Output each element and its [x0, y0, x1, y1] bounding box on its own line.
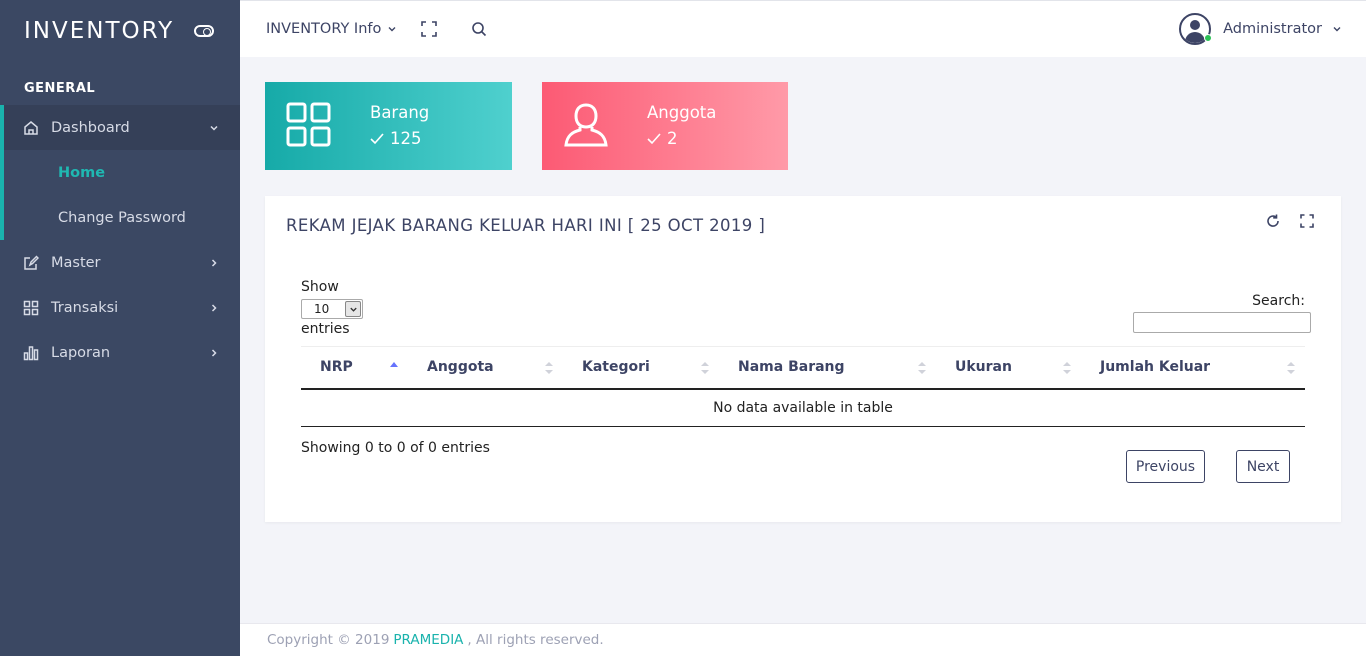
refresh-icon[interactable] — [1266, 214, 1280, 228]
stat-count-value: 125 — [390, 129, 422, 148]
entries-label: entries — [301, 321, 350, 337]
column-label: Anggota — [427, 359, 494, 376]
stat-count: 125 — [370, 129, 422, 148]
chevron-right-icon — [208, 302, 220, 314]
grid-icon — [22, 299, 40, 317]
sidebar: INVENTORY GENERAL Dashboard Home Change … — [0, 0, 240, 656]
brand: INVENTORY — [0, 0, 240, 62]
search-label: Search: — [1252, 293, 1305, 309]
grid-icon — [286, 102, 331, 147]
show-label: Show — [301, 279, 339, 295]
panel-title: REKAM JEJAK BARANG KELUAR HARI INI [ 25 … — [286, 216, 766, 235]
online-status-dot — [1204, 34, 1212, 42]
chevron-down-icon — [1332, 24, 1342, 34]
column-label: Nama Barang — [738, 359, 845, 376]
empty-table-message: No data available in table — [301, 388, 1305, 427]
stat-count-value: 2 — [667, 129, 678, 148]
top-header: INVENTORY Info Administrator — [240, 0, 1366, 57]
stat-label: Barang — [370, 103, 430, 122]
brand-title: INVENTORY — [24, 18, 175, 44]
sort-icon — [701, 362, 709, 374]
sidebar-item-label: Laporan — [51, 344, 111, 361]
stat-card-barang[interactable]: Barang 125 — [265, 82, 512, 170]
stat-card-anggota[interactable]: Anggota 2 — [542, 82, 788, 170]
sort-icon — [1063, 362, 1071, 374]
column-header-nrp[interactable]: NRP — [301, 346, 408, 390]
chevron-right-icon — [208, 347, 220, 359]
column-header-kategori[interactable]: Kategori — [563, 346, 719, 390]
previous-button[interactable]: Previous — [1126, 450, 1205, 483]
sidebar-item-master[interactable]: Master — [0, 240, 240, 285]
edit-icon — [22, 254, 40, 272]
sidebar-item-label: Dashboard — [51, 119, 130, 136]
user-name: Administrator — [1223, 21, 1322, 37]
stat-label: Anggota — [647, 103, 717, 122]
sidebar-item-transaksi[interactable]: Transaksi — [0, 285, 240, 330]
sidebar-toggle-icon[interactable] — [194, 25, 215, 37]
inventory-info-menu[interactable]: INVENTORY Info — [266, 21, 397, 37]
inventory-info-label: INVENTORY Info — [266, 21, 382, 37]
sort-asc-icon — [390, 362, 398, 367]
column-header-ukuran[interactable]: Ukuran — [936, 346, 1081, 390]
nav-section-title: GENERAL — [24, 81, 96, 96]
barang-keluar-panel: REKAM JEJAK BARANG KELUAR HARI INI [ 25 … — [265, 196, 1341, 522]
check-icon — [647, 132, 661, 144]
column-label: Jumlah Keluar — [1100, 359, 1211, 376]
chevron-down-icon — [345, 301, 361, 317]
bar-chart-icon — [22, 344, 40, 362]
sort-icon — [918, 362, 926, 374]
page-size-value: 10 — [314, 302, 330, 316]
sidebar-item-dashboard[interactable]: Dashboard — [0, 105, 240, 150]
panel-tools — [1266, 214, 1314, 228]
dashboard-submenu: Home Change Password — [0, 105, 240, 240]
footer-link[interactable]: PRAMEDIA — [393, 632, 463, 648]
footer-suffix: , All rights reserved. — [467, 632, 604, 648]
page-size-select[interactable]: 10 — [301, 299, 363, 319]
sidebar-subitem-change-password[interactable]: Change Password — [0, 195, 240, 240]
data-table: NRP Anggota Kategori Nama Barang Ukuran — [301, 346, 1305, 427]
sort-icon — [545, 362, 553, 374]
expand-icon[interactable] — [1300, 214, 1314, 228]
chevron-down-icon — [208, 122, 220, 134]
stat-count: 2 — [647, 129, 678, 148]
chevron-down-icon — [387, 24, 397, 34]
sidebar-item-label: Master — [51, 254, 101, 271]
next-button[interactable]: Next — [1236, 450, 1290, 483]
footer-copyright: Copyright © 2019 — [267, 632, 390, 648]
chevron-right-icon — [208, 257, 220, 269]
user-menu[interactable]: Administrator — [1179, 13, 1342, 45]
sidebar-item-label: Transaksi — [51, 299, 119, 316]
column-header-anggota[interactable]: Anggota — [408, 346, 563, 390]
table-info: Showing 0 to 0 of 0 entries — [301, 440, 490, 456]
table-row: No data available in table — [301, 388, 1305, 427]
search-icon[interactable] — [469, 19, 489, 39]
column-label: Ukuran — [955, 359, 1012, 376]
fullscreen-icon[interactable] — [419, 19, 439, 39]
sidebar-subitem-home[interactable]: Home — [0, 150, 240, 195]
user-icon — [564, 103, 608, 147]
sidebar-item-laporan[interactable]: Laporan — [0, 330, 240, 375]
sort-icon — [1287, 362, 1295, 374]
search-input[interactable] — [1133, 312, 1311, 333]
footer: Copyright © 2019 PRAMEDIA , All rights r… — [240, 623, 1366, 656]
column-label: Kategori — [582, 359, 650, 376]
column-header-jumlah-keluar[interactable]: Jumlah Keluar — [1081, 346, 1305, 390]
column-header-nama-barang[interactable]: Nama Barang — [719, 346, 936, 390]
check-icon — [370, 132, 384, 144]
column-label: NRP — [320, 359, 353, 376]
home-icon — [22, 119, 40, 137]
